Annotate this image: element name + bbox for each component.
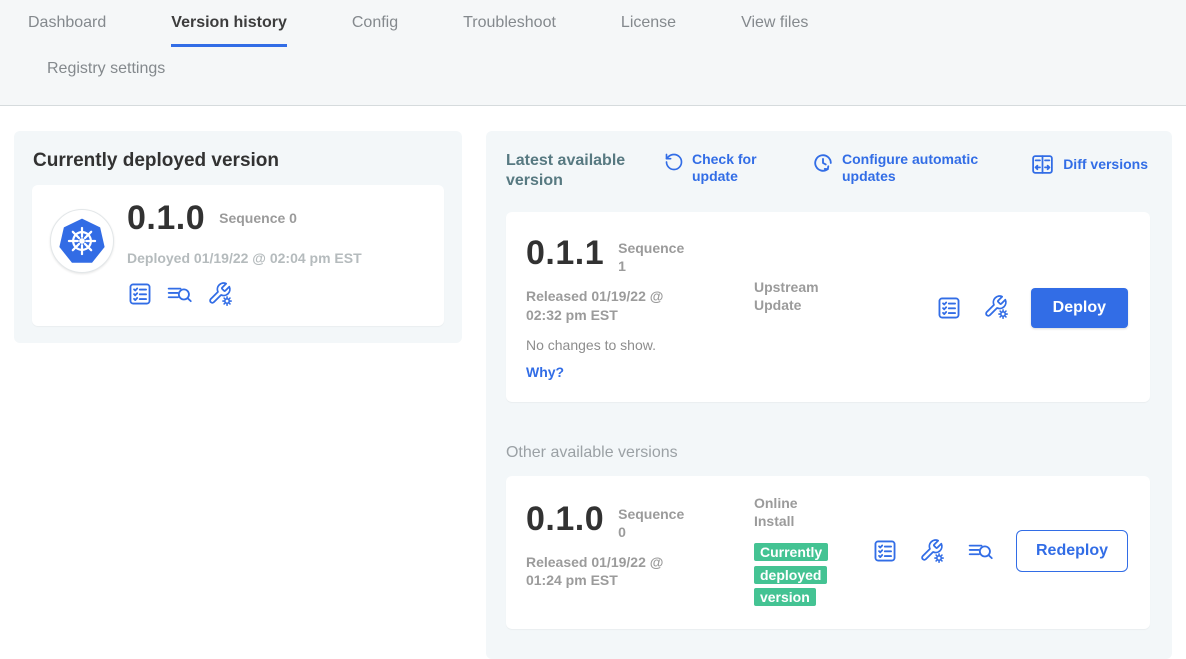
deploy-logs-icon[interactable] [967, 538, 995, 564]
app-logo [50, 209, 114, 273]
deploy-button[interactable]: Deploy [1031, 288, 1128, 328]
latest-sequence-label: Sequence 1 [618, 236, 688, 275]
tab-troubleshoot[interactable]: Troubleshoot [463, 14, 556, 47]
preflight-checks-icon[interactable] [872, 538, 898, 564]
edit-config-icon[interactable] [207, 281, 234, 308]
diff-versions-link[interactable]: Diff versions [1030, 151, 1148, 177]
configure-automatic-updates-link[interactable]: Configure automatic updates [812, 151, 1014, 185]
diff-versions-icon [1030, 152, 1055, 177]
other-version-number: 0.1.0 [526, 502, 604, 538]
nav-tabs-row-1: Dashboard Version history Config Trouble… [28, 14, 1186, 47]
other-versions-title: Other available versions [506, 444, 1150, 462]
deployed-timestamp: Deployed 01/19/22 @ 02:04 pm EST [127, 250, 362, 266]
tab-dashboard[interactable]: Dashboard [28, 14, 106, 47]
why-link[interactable]: Why? [526, 364, 754, 380]
latest-available-title: Latest available version [506, 151, 644, 191]
deployed-version-number: 0.1.0 [127, 201, 205, 237]
tab-version-history[interactable]: Version history [171, 14, 287, 47]
deploy-logs-icon[interactable] [166, 281, 194, 307]
latest-released-timestamp: Released 01/19/22 @ 02:32 pm EST [526, 287, 686, 323]
currently-deployed-panel: Currently deployed version 0.1.0 Sequenc… [14, 131, 462, 343]
auto-update-icon [812, 152, 834, 174]
check-update-icon [664, 152, 684, 172]
diff-versions-label: Diff versions [1063, 156, 1148, 173]
other-sequence-label: Sequence 0 [618, 502, 688, 541]
kubernetes-logo-icon [55, 214, 109, 268]
preflight-checks-icon[interactable] [936, 295, 962, 321]
latest-release-card: 0.1.1 Sequence 1 Released 01/19/22 @ 02:… [506, 212, 1150, 402]
currently-deployed-title: Currently deployed version [33, 150, 444, 172]
no-changes-note: No changes to show. [526, 337, 754, 353]
app-nav: Dashboard Version history Config Trouble… [0, 0, 1186, 106]
nav-tabs-row-2: Registry settings [28, 47, 1186, 105]
tab-view-files[interactable]: View files [741, 14, 808, 47]
latest-version-number: 0.1.1 [526, 236, 604, 272]
currently-deployed-badge: Currently deployed version [754, 543, 828, 606]
tab-license[interactable]: License [621, 14, 676, 47]
configure-automatic-updates-label: Configure automatic updates [842, 151, 1014, 185]
other-release-card: 0.1.0 Sequence 0 Released 01/19/22 @ 01:… [506, 476, 1150, 629]
check-for-update-link[interactable]: Check for update [664, 151, 774, 185]
deployed-version-card: 0.1.0 Sequence 0 Deployed 01/19/22 @ 02:… [32, 185, 444, 326]
edit-config-icon[interactable] [919, 538, 946, 565]
main-content: Currently deployed version 0.1.0 Sequenc… [0, 106, 1186, 659]
redeploy-button[interactable]: Redeploy [1016, 530, 1128, 572]
preflight-checks-icon[interactable] [127, 281, 153, 307]
check-for-update-label: Check for update [692, 151, 774, 185]
other-source-label: Online Install [754, 494, 834, 530]
deployed-sequence-label: Sequence 0 [219, 201, 297, 227]
latest-source-label: Upstream Update [754, 278, 834, 314]
latest-available-panel: Latest available version Check for updat… [486, 131, 1172, 659]
tab-registry-settings[interactable]: Registry settings [47, 60, 165, 90]
tab-config[interactable]: Config [352, 14, 398, 47]
edit-config-icon[interactable] [983, 294, 1010, 321]
other-released-timestamp: Released 01/19/22 @ 01:24 pm EST [526, 553, 686, 589]
